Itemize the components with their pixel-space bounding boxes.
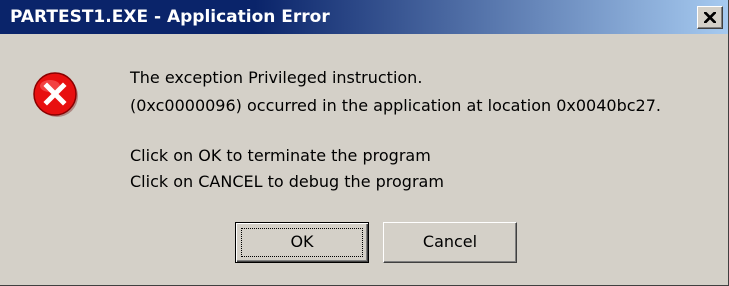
message-line-1: The exception Privileged instruction. [130, 68, 423, 87]
ok-button-label: OK [290, 232, 314, 251]
message-line-4: Click on CANCEL to debug the program [130, 172, 444, 191]
cancel-button-label: Cancel [422, 232, 478, 251]
message-line-3: Click on OK to terminate the program [130, 146, 431, 165]
application-error-dialog: PARTEST1.EXE - Application Error The exc… [0, 0, 729, 286]
message-line-2: (0xc0000096) occurred in the application… [130, 96, 661, 115]
close-button[interactable] [697, 6, 723, 29]
cancel-button[interactable]: Cancel [383, 222, 517, 263]
title-bar[interactable]: PARTEST1.EXE - Application Error [0, 0, 728, 34]
window-title: PARTEST1.EXE - Application Error [10, 7, 330, 27]
ok-button[interactable]: OK [235, 222, 369, 263]
error-icon [33, 72, 79, 118]
close-icon [704, 12, 716, 23]
